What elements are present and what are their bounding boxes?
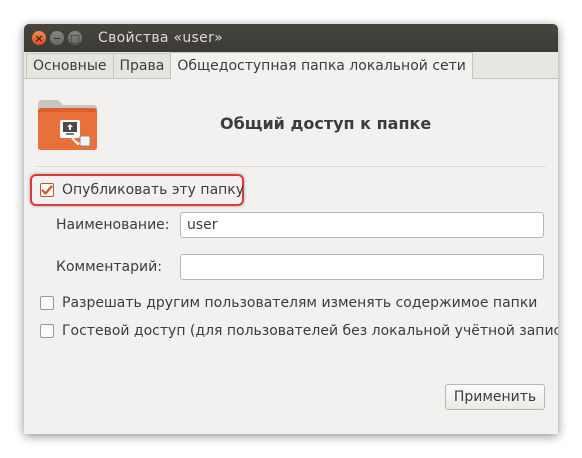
shared-folder-icon: [38, 100, 97, 150]
comment-input[interactable]: [180, 254, 544, 280]
name-input[interactable]: user: [180, 212, 544, 238]
publish-checkbox[interactable]: [40, 183, 54, 197]
apply-button[interactable]: Применить: [445, 384, 545, 410]
comment-label: Комментарий:: [56, 259, 162, 275]
allow-modify-checkbox[interactable]: [40, 296, 54, 310]
title-bar[interactable]: × − □ Свойства «user»: [24, 24, 558, 52]
window-title: Свойства «user»: [98, 30, 223, 46]
guest-access-label[interactable]: Гостевой доступ (для пользователей без л…: [62, 323, 558, 339]
share-title: Общий доступ к папке: [220, 114, 432, 133]
tab-basic[interactable]: Основные: [26, 53, 114, 78]
minimize-icon[interactable]: −: [50, 31, 64, 45]
share-header: Общий доступ к папке: [24, 96, 558, 166]
guest-access-checkbox[interactable]: [40, 324, 54, 338]
name-label: Наименование:: [56, 217, 170, 233]
allow-modify-label[interactable]: Разрешать другим пользователям изменять …: [62, 295, 537, 311]
properties-dialog: × − □ Свойства «user» Основные Права Общ…: [24, 24, 558, 434]
tab-local-network-share[interactable]: Общедоступная папка локальной сети: [170, 52, 473, 79]
allow-modify-row[interactable]: Разрешать другим пользователям изменять …: [40, 295, 537, 311]
tab-bar: Основные Права Общедоступная папка локал…: [24, 52, 558, 79]
checkmark-icon: [41, 185, 53, 195]
close-icon[interactable]: ×: [32, 31, 46, 45]
publish-row[interactable]: Опубликовать эту папку: [40, 182, 244, 198]
maximize-icon[interactable]: □: [68, 31, 82, 45]
guest-access-row[interactable]: Гостевой доступ (для пользователей без л…: [40, 323, 558, 339]
header-divider: [36, 166, 546, 167]
tab-permissions[interactable]: Права: [112, 53, 172, 78]
publish-label[interactable]: Опубликовать эту папку: [62, 182, 244, 198]
